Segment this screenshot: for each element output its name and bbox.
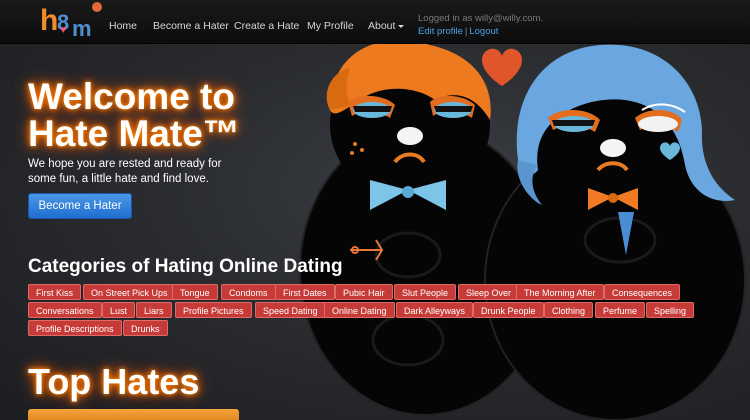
tag-consequences[interactable]: Consequences [604, 284, 681, 300]
logged-in-status: Logged in as willy@willy.com. [418, 13, 544, 24]
tag-profile-descriptions[interactable]: Profile Descriptions [28, 320, 122, 336]
tag-conversations[interactable]: Conversations [28, 302, 102, 318]
nav-become-a-hater[interactable]: Become a Hater [153, 20, 229, 32]
tag-spelling[interactable]: Spelling [646, 302, 695, 318]
top-hates-heading: Top Hates [28, 361, 200, 402]
tag-condoms[interactable]: Condoms [221, 284, 276, 300]
tag-tongue[interactable]: Tongue [172, 284, 218, 300]
chevron-down-icon [398, 24, 405, 28]
tag-drunk-people[interactable]: Drunk People [473, 302, 544, 318]
top-hates-bar [28, 409, 239, 420]
tag-slut-people[interactable]: Slut People [394, 284, 457, 300]
link-separator: | [464, 26, 468, 37]
tag-clothing[interactable]: Clothing [544, 302, 594, 318]
tag-liars[interactable]: Liars [136, 302, 172, 318]
tag-first-dates[interactable]: First Dates [275, 284, 335, 300]
edit-profile-link[interactable]: Edit profile [418, 26, 463, 37]
top-navbar: h 8 ♥ m Home Become a Hater Create a Hat… [0, 0, 750, 44]
logo-letter-m: m [72, 16, 92, 41]
logo-heart-icon: ♥ [60, 24, 67, 36]
tag-dark-alleyways[interactable]: Dark Alleyways [396, 302, 474, 318]
tag-the-morning-after[interactable]: The Morning After [516, 284, 604, 300]
tag-sleep-over[interactable]: Sleep Over [458, 284, 520, 300]
hero-subtitle: We hope you are rested and ready for som… [28, 158, 222, 185]
hero-title: Welcome to Hate Mate™ [28, 76, 240, 154]
tag-speed-dating[interactable]: Speed Dating [255, 302, 326, 318]
account-links: Edit profile | Logout [418, 26, 498, 37]
nav-about-label: About [368, 20, 396, 32]
logo-dot-icon [92, 2, 102, 12]
nav-my-profile[interactable]: My Profile [307, 20, 354, 32]
tag-profile-pictures[interactable]: Profile Pictures [175, 302, 252, 318]
tag-drunks[interactable]: Drunks [123, 320, 168, 336]
logout-link[interactable]: Logout [469, 26, 498, 37]
tag-pubic-hair[interactable]: Pubic Hair [335, 284, 393, 300]
tag-perfume[interactable]: Perfume [595, 302, 646, 318]
tag-online-dating[interactable]: Online Dating [324, 302, 395, 318]
tag-first-kiss[interactable]: First Kiss [28, 284, 81, 300]
h8m-logo[interactable]: h 8 ♥ m [40, 2, 102, 41]
nav-about-dropdown[interactable]: About [368, 20, 405, 32]
nav-home[interactable]: Home [109, 20, 137, 32]
tag-lust[interactable]: Lust [102, 302, 136, 318]
become-a-hater-button[interactable]: Become a Hater [28, 193, 132, 219]
categories-heading: Categories of Hating Online Dating [28, 256, 343, 277]
logo-letter-h: h [40, 4, 58, 37]
nav-create-a-hate[interactable]: Create a Hate [234, 20, 299, 32]
main-content: Welcome to Hate Mate™ We hope you are re… [0, 0, 750, 420]
tag-on-street-pick-ups[interactable]: On Street Pick Ups [83, 284, 176, 300]
